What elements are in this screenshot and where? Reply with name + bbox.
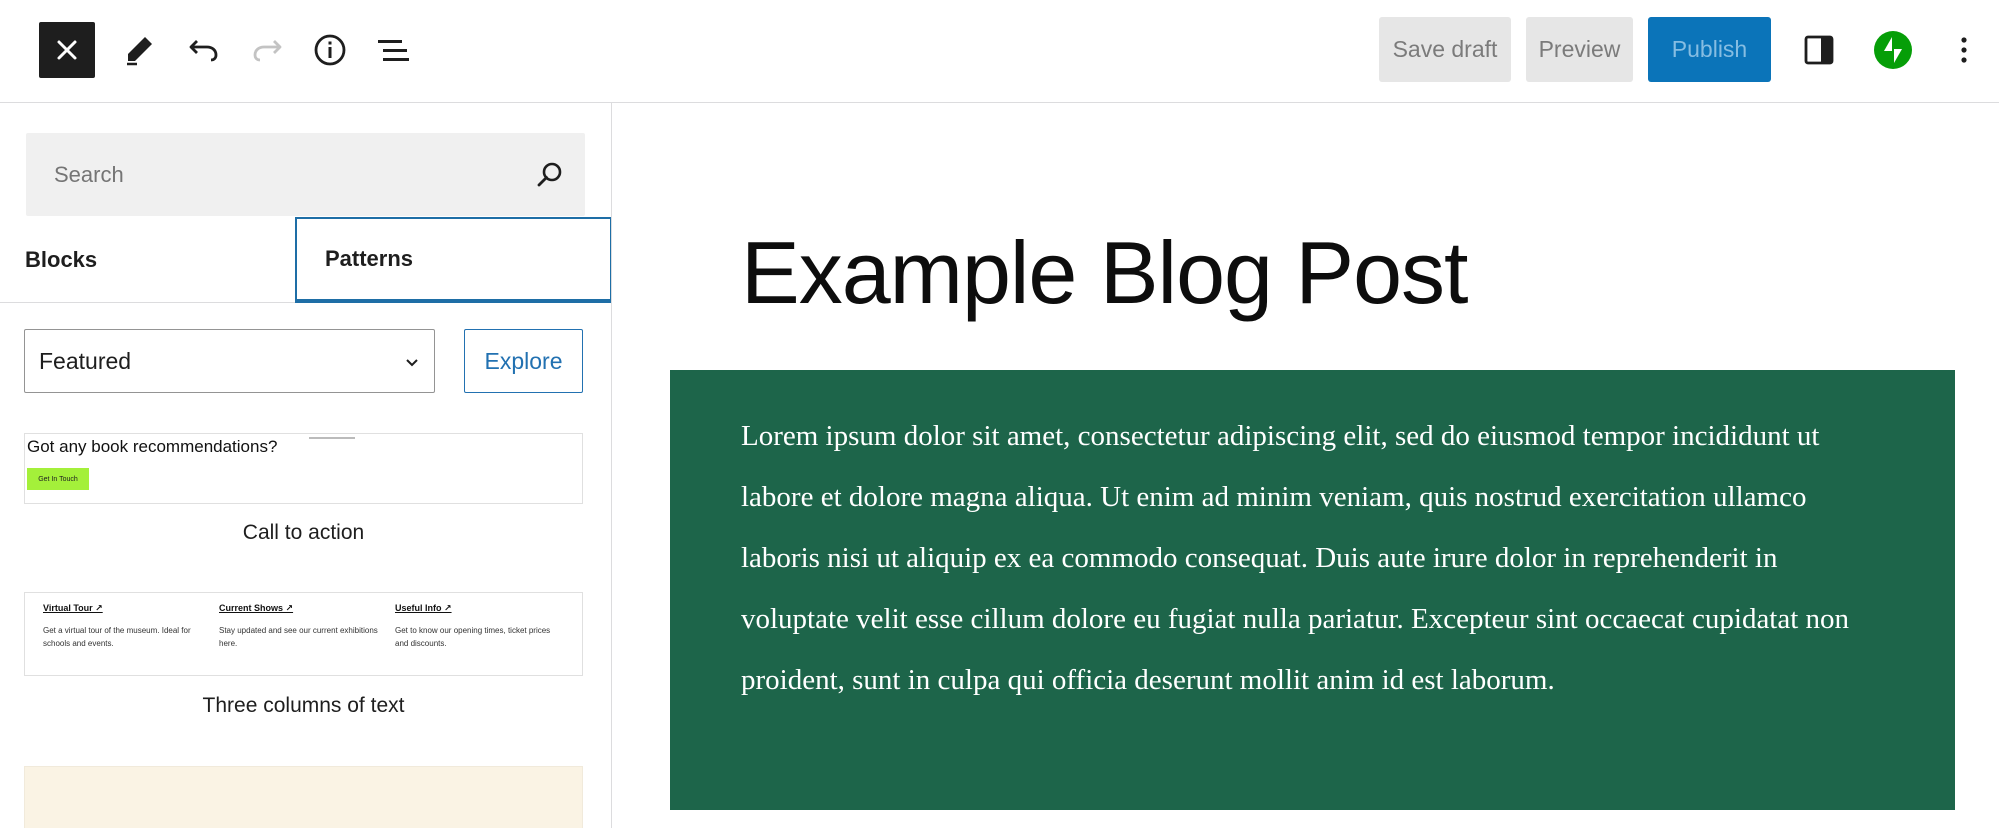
pattern-category-value: Featured bbox=[39, 347, 132, 374]
block-inserter-panel: Blocks Patterns Featured Explore Got any… bbox=[0, 103, 612, 828]
pattern-label: Three columns of text bbox=[202, 694, 405, 717]
sidebar-toggle-icon bbox=[1804, 35, 1834, 65]
preview-button[interactable]: Preview bbox=[1526, 17, 1633, 82]
close-inserter-button[interactable] bbox=[39, 22, 95, 78]
preview-column: Useful Info ↗ Get to know our opening ti… bbox=[395, 603, 560, 650]
group-block[interactable]: Lorem ipsum dolor sit amet, consectetur … bbox=[670, 370, 1955, 810]
pattern-label: Call to action bbox=[242, 521, 365, 544]
inserter-tabs: Blocks Patterns bbox=[0, 217, 611, 303]
redo-button[interactable] bbox=[241, 24, 293, 76]
redo-icon bbox=[253, 40, 282, 62]
inserter-search bbox=[26, 133, 585, 216]
list-view-icon bbox=[378, 40, 409, 61]
preview-column-heading: Virtual Tour ↗ bbox=[43, 603, 103, 613]
info-icon bbox=[314, 34, 346, 66]
preview-button: Get In Touch bbox=[27, 468, 89, 490]
editor-toolbar: Save draft Preview Publish bbox=[0, 0, 1999, 103]
save-draft-button[interactable]: Save draft bbox=[1379, 17, 1511, 82]
pattern-preview-three-columns[interactable]: Virtual Tour ↗ Get a virtual tour of the… bbox=[24, 592, 583, 676]
preview-column: Current Shows ↗ Stay updated and see our… bbox=[219, 603, 384, 650]
preview-heading: Got any book recommendations? bbox=[27, 437, 278, 456]
preview-column-heading: Useful Info ↗ bbox=[395, 603, 452, 613]
preview-column-heading: Current Shows ↗ bbox=[219, 603, 294, 613]
undo-icon bbox=[189, 40, 218, 62]
tab-patterns[interactable]: Patterns bbox=[295, 217, 611, 303]
explore-button[interactable]: Explore bbox=[464, 329, 583, 393]
tools-button[interactable] bbox=[114, 24, 166, 76]
chevron-down-icon bbox=[406, 359, 418, 367]
paragraph-block[interactable]: Lorem ipsum dolor sit amet, consectetur … bbox=[741, 406, 1891, 711]
search-input[interactable] bbox=[26, 133, 516, 216]
pattern-preview-call-to-action[interactable]: Got any book recommendations? Get In Tou… bbox=[24, 433, 583, 504]
preview-column: Virtual Tour ↗ Get a virtual tour of the… bbox=[43, 603, 208, 650]
list-view-button[interactable] bbox=[367, 24, 419, 76]
preview-column-body: Stay updated and see our current exhibit… bbox=[219, 626, 378, 648]
options-button[interactable] bbox=[1938, 24, 1990, 76]
editor-canvas: Example Blog Post Lorem ipsum dolor sit … bbox=[613, 104, 1999, 828]
jetpack-icon bbox=[1874, 31, 1912, 69]
close-icon bbox=[57, 40, 77, 60]
preview-column-body: Get to know our opening times, ticket pr… bbox=[395, 626, 551, 648]
undo-button[interactable] bbox=[178, 24, 230, 76]
publish-button[interactable]: Publish bbox=[1648, 17, 1771, 82]
pattern-preview-partial[interactable] bbox=[24, 766, 583, 828]
pencil-icon bbox=[127, 37, 152, 66]
jetpack-button[interactable] bbox=[1867, 24, 1919, 76]
tab-blocks[interactable]: Blocks bbox=[0, 217, 295, 303]
search-icon[interactable] bbox=[534, 159, 566, 191]
details-button[interactable] bbox=[304, 24, 356, 76]
preview-column-body: Get a virtual tour of the museum. Ideal … bbox=[43, 626, 191, 648]
post-title[interactable]: Example Blog Post bbox=[741, 222, 1468, 324]
preview-divider bbox=[309, 437, 355, 439]
pattern-category-select[interactable]: Featured bbox=[24, 329, 435, 393]
more-vertical-icon bbox=[1961, 37, 1967, 63]
settings-sidebar-button[interactable] bbox=[1793, 24, 1845, 76]
